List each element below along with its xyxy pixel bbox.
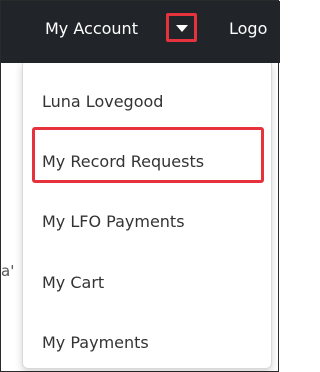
logout-link[interactable]: Logo	[229, 18, 267, 40]
menu-item-my-cart[interactable]: My Cart	[23, 262, 271, 304]
account-dropdown-menu: Luna Lovegood My Record Requests My LFO …	[22, 63, 272, 369]
account-dropdown-toggle[interactable]	[166, 13, 197, 42]
top-navbar: My Account Logo	[1, 1, 280, 63]
menu-item-my-lfo-payments[interactable]: My LFO Payments	[23, 201, 271, 243]
caret-down-icon	[175, 24, 188, 32]
menu-item-my-record-requests[interactable]: My Record Requests	[23, 141, 271, 183]
my-account-link[interactable]: My Account	[45, 18, 138, 40]
menu-item-user-name[interactable]: Luna Lovegood	[23, 81, 271, 123]
background-text-fragment: a'	[1, 262, 15, 280]
menu-item-my-payments[interactable]: My Payments	[23, 322, 271, 364]
